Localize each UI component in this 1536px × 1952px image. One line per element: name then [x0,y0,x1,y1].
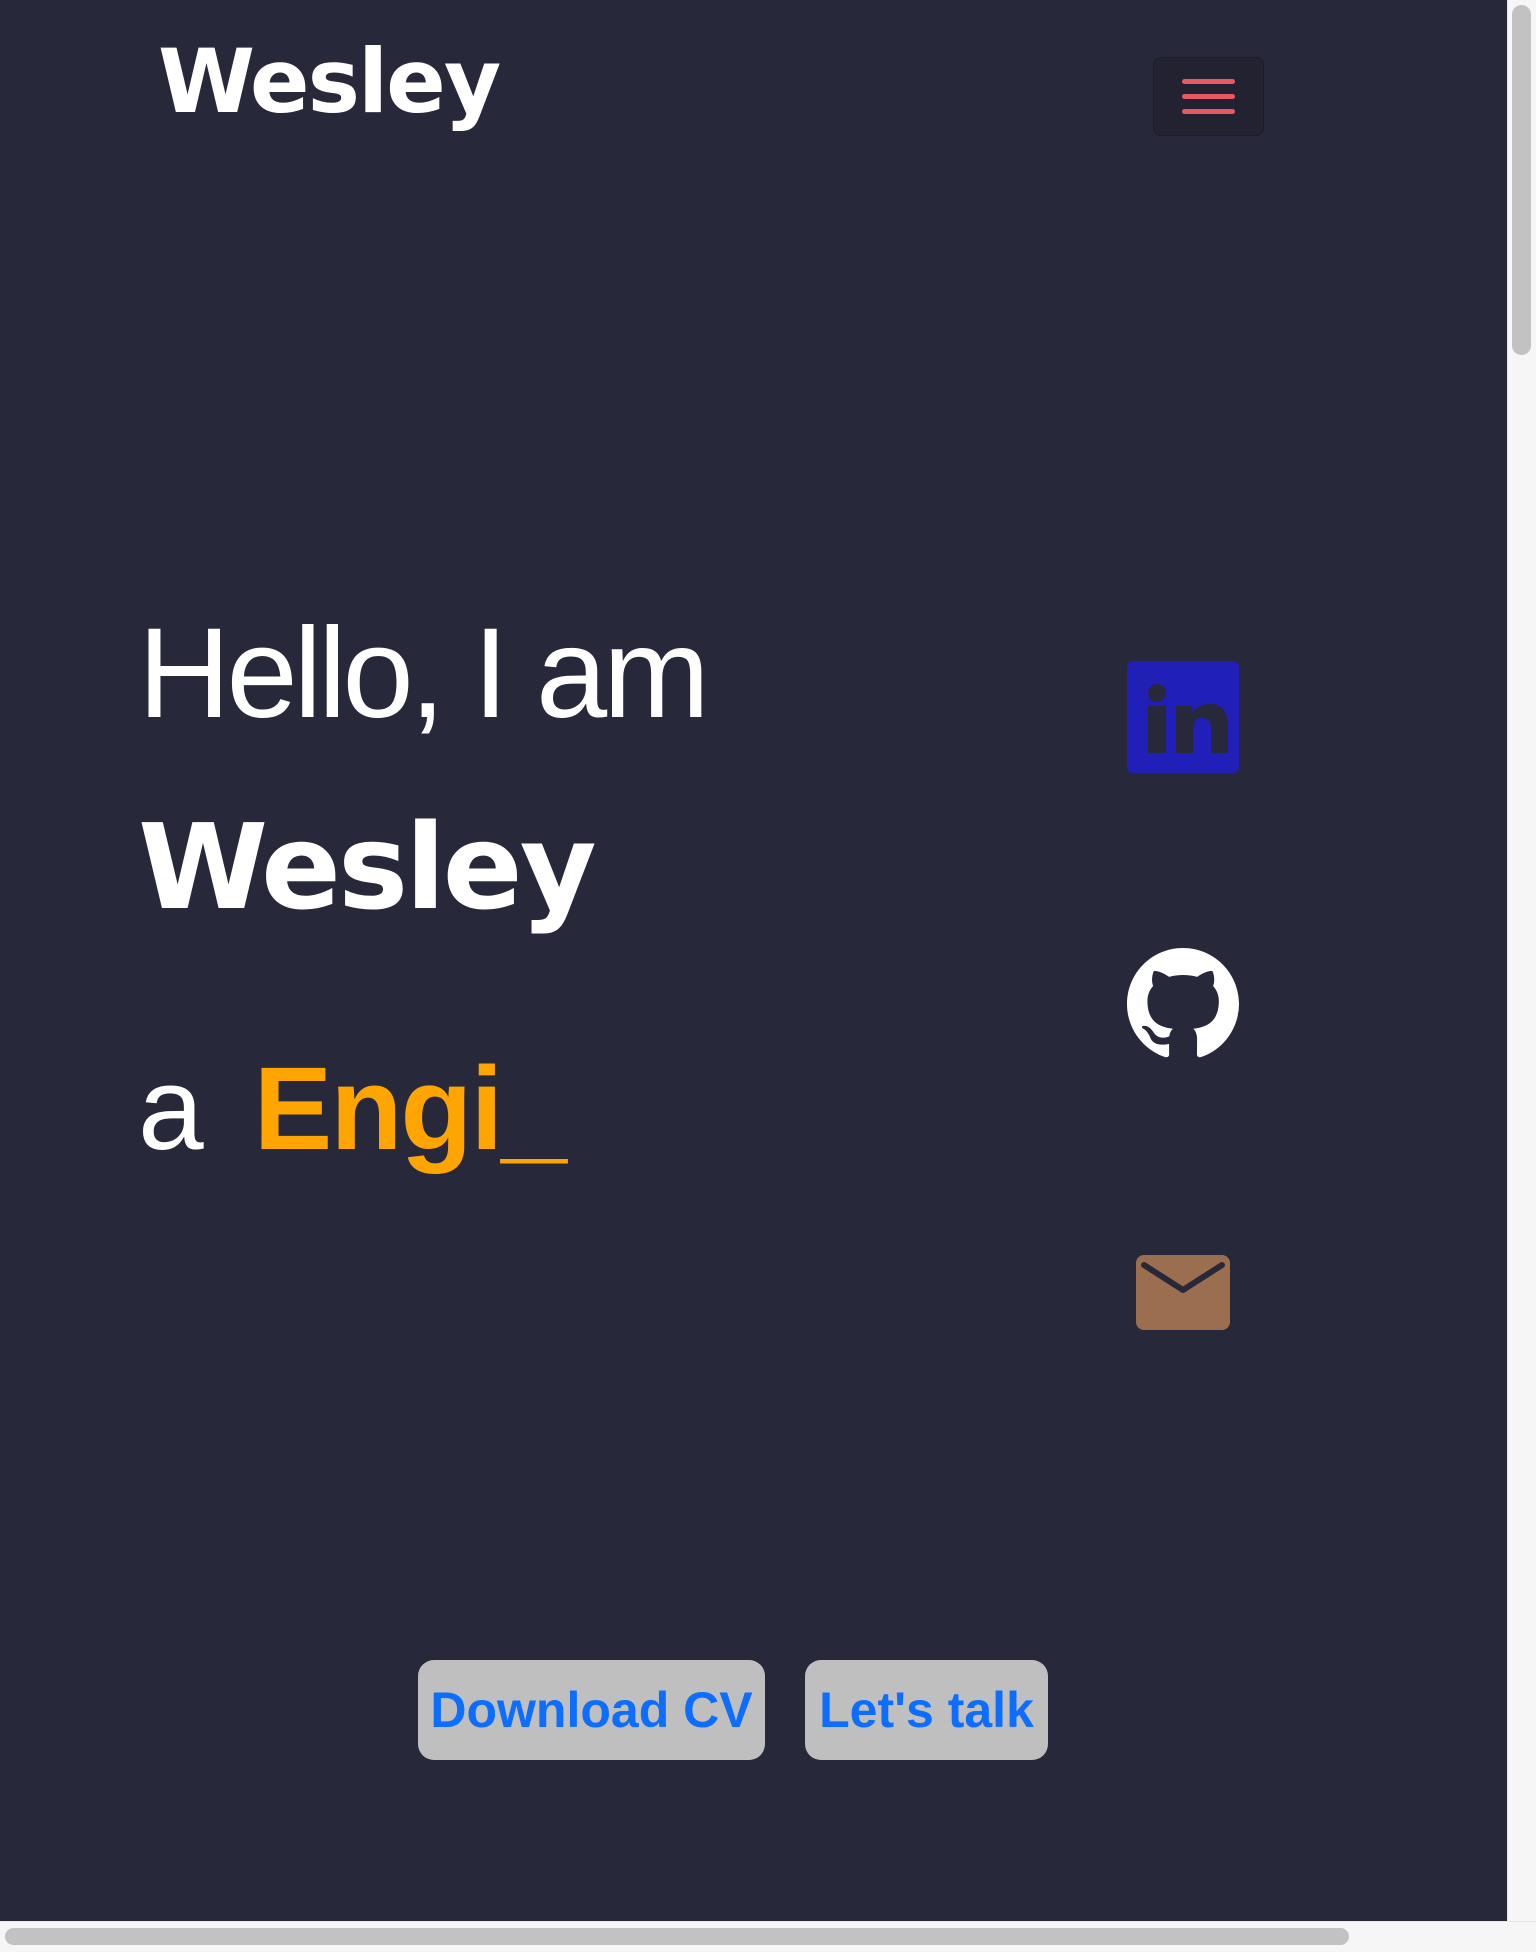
brand-logo[interactable]: Wesley [158,38,501,126]
menu-toggle-button[interactable] [1153,57,1264,136]
role-prefix: a [138,1043,204,1175]
mail-icon [1136,1255,1230,1330]
hero-greeting: Hello, I am [138,602,710,745]
horizontal-scrollbar-thumb[interactable] [5,1928,1349,1945]
email-link[interactable] [1127,1235,1239,1347]
linkedin-link[interactable] [1127,661,1239,773]
github-link[interactable] [1127,948,1239,1060]
lets-talk-button[interactable]: Let's talk [805,1660,1048,1760]
hero-role: a Engi_ [138,1050,567,1168]
linkedin-icon [1127,661,1239,773]
hero-name: Wesley [138,798,597,936]
github-icon [1127,948,1239,1058]
page-viewport: Wesley Hello, I am Wesley a Engi_ Downloa… [0,0,1507,1921]
download-cv-button[interactable]: Download CV [418,1660,765,1760]
vertical-scrollbar-thumb[interactable] [1512,5,1531,355]
role-typed-text: Engi_ [253,1043,567,1175]
